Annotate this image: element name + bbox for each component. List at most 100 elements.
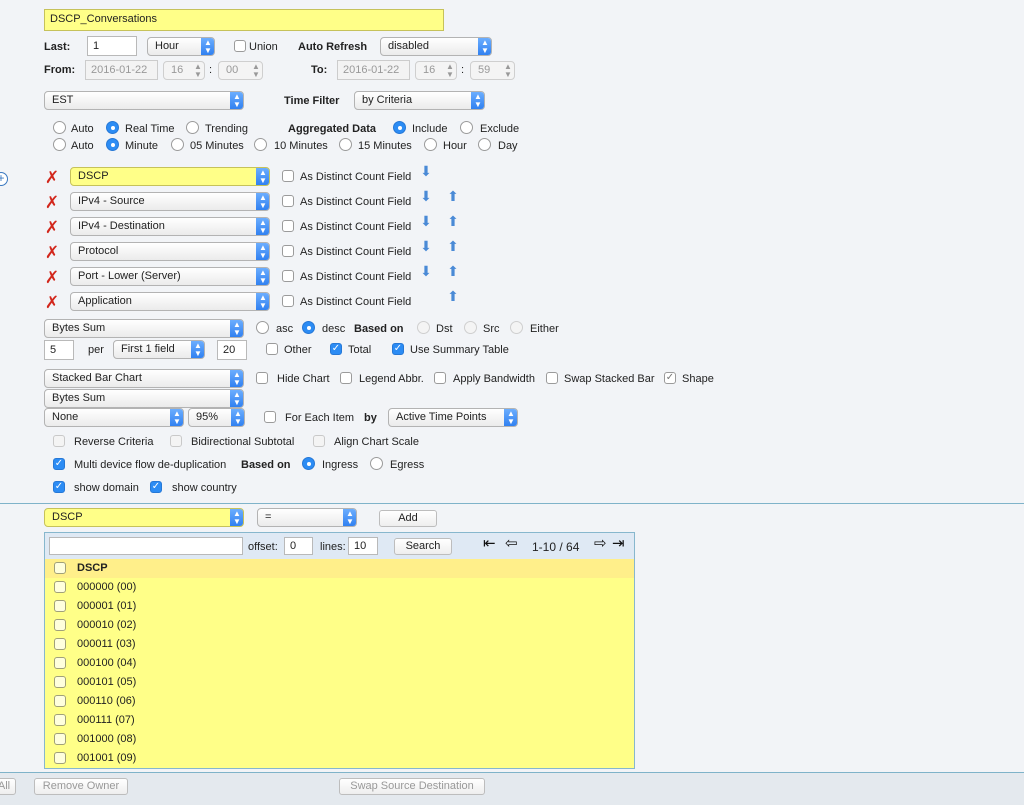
- granularity-hour-radio[interactable]: [424, 138, 437, 151]
- search-button[interactable]: Search: [394, 538, 452, 555]
- red-x-icon[interactable]: ✗: [44, 269, 60, 286]
- chart-type-select[interactable]: Stacked Bar Chart ▲ ▼: [44, 369, 244, 388]
- distinct-count-checkbox-3[interactable]: [282, 220, 294, 232]
- filter-operator-select[interactable]: = ▲ ▼: [257, 508, 357, 527]
- arrow-up-icon[interactable]: ⬆: [445, 288, 461, 304]
- next-page-icon[interactable]: ⇨: [594, 536, 607, 552]
- plus-circle-icon[interactable]: +: [0, 172, 8, 186]
- aggregated-exclude-radio[interactable]: [460, 121, 473, 134]
- distinct-count-checkbox-1[interactable]: [282, 170, 294, 182]
- granularity-auto-radio[interactable]: [53, 138, 66, 151]
- arrow-down-icon[interactable]: ⬇: [418, 163, 434, 179]
- distinct-count-checkbox-6[interactable]: [282, 295, 294, 307]
- list-item[interactable]: 000011 (03): [45, 635, 634, 654]
- granularity-day-radio[interactable]: [478, 138, 491, 151]
- field-select-4[interactable]: Protocol ▲ ▼: [70, 242, 270, 261]
- row-checkbox[interactable]: [54, 657, 66, 669]
- hide-chart-checkbox[interactable]: [256, 372, 268, 384]
- timezone-select[interactable]: EST ▲ ▼: [44, 91, 244, 110]
- last-unit-select[interactable]: Hour ▲ ▼: [147, 37, 215, 56]
- apply-bandwidth-checkbox[interactable]: [434, 372, 446, 384]
- from-hour-select[interactable]: 16 ▲ ▼: [163, 61, 205, 80]
- red-x-icon[interactable]: ✗: [44, 219, 60, 236]
- row-checkbox[interactable]: [54, 676, 66, 688]
- for-each-item-checkbox[interactable]: [264, 411, 276, 423]
- total-checkbox[interactable]: ✓: [330, 343, 342, 355]
- bidirectional-subtotal-checkbox[interactable]: [170, 435, 182, 447]
- row-checkbox[interactable]: [54, 581, 66, 593]
- auto-refresh-select[interactable]: disabled ▲ ▼: [380, 37, 492, 56]
- sort-metric-select[interactable]: Bytes Sum ▲ ▼: [44, 319, 244, 338]
- mode-trending-radio[interactable]: [186, 121, 199, 134]
- swap-stacked-checkbox[interactable]: [546, 372, 558, 384]
- select-all-button[interactable]: All: [0, 778, 16, 795]
- based-dst-radio[interactable]: [417, 321, 430, 334]
- red-x-icon[interactable]: ✗: [44, 169, 60, 186]
- arrow-down-icon[interactable]: ⬇: [418, 213, 434, 229]
- distinct-count-checkbox-4[interactable]: [282, 245, 294, 257]
- arrow-up-icon[interactable]: ⬆: [445, 238, 461, 254]
- percentile-select[interactable]: 95% ▲ ▼: [188, 408, 245, 427]
- list-item[interactable]: 000100 (04): [45, 654, 634, 673]
- arrow-down-icon[interactable]: ⬇: [418, 263, 434, 279]
- summary-table-checkbox[interactable]: ✓: [392, 343, 404, 355]
- secondary-n-input[interactable]: 20: [217, 340, 247, 360]
- mode-realtime-radio[interactable]: [106, 121, 119, 134]
- arrow-down-icon[interactable]: ⬇: [418, 188, 434, 204]
- sort-desc-radio[interactable]: [302, 321, 315, 334]
- add-filter-button[interactable]: Add: [379, 510, 437, 527]
- row-checkbox[interactable]: [54, 619, 66, 631]
- distinct-count-checkbox-5[interactable]: [282, 270, 294, 282]
- granularity-10min-radio[interactable]: [254, 138, 267, 151]
- from-minute-select[interactable]: 00 ▲ ▼: [218, 61, 263, 80]
- list-item[interactable]: 000110 (06): [45, 692, 634, 711]
- aggregated-include-radio[interactable]: [393, 121, 406, 134]
- per-field-select[interactable]: First 1 field ▲ ▼: [113, 340, 205, 359]
- sort-asc-radio[interactable]: [256, 321, 269, 334]
- filter-field-select[interactable]: DSCP ▲ ▼: [44, 508, 244, 527]
- arrow-up-icon[interactable]: ⬆: [445, 263, 461, 279]
- based-src-radio[interactable]: [464, 321, 477, 334]
- time-filter-select[interactable]: by Criteria ▲ ▼: [354, 91, 485, 110]
- red-x-icon[interactable]: ✗: [44, 294, 60, 311]
- swap-source-destination-button[interactable]: Swap Source Destination: [339, 778, 485, 795]
- list-item[interactable]: 000010 (02): [45, 616, 634, 635]
- by-select[interactable]: Active Time Points ▲ ▼: [388, 408, 518, 427]
- row-checkbox[interactable]: [54, 600, 66, 612]
- red-x-icon[interactable]: ✗: [44, 194, 60, 211]
- arrow-down-icon[interactable]: ⬇: [418, 238, 434, 254]
- last-value-input[interactable]: 1: [87, 36, 137, 56]
- lines-input[interactable]: 10: [348, 537, 378, 555]
- row-checkbox[interactable]: [54, 733, 66, 745]
- list-item[interactable]: 001001 (09): [45, 749, 634, 768]
- row-checkbox[interactable]: [54, 695, 66, 707]
- field-select-3[interactable]: IPv4 - Destination ▲ ▼: [70, 217, 270, 236]
- prev-page-icon[interactable]: ⇦: [505, 536, 518, 552]
- to-minute-select[interactable]: 59 ▲ ▼: [470, 61, 515, 80]
- offset-input[interactable]: 0: [284, 537, 313, 555]
- shape-checkbox[interactable]: ✓: [664, 372, 676, 384]
- row-checkbox[interactable]: [54, 714, 66, 726]
- to-hour-select[interactable]: 16 ▲ ▼: [415, 61, 457, 80]
- union-checkbox[interactable]: [234, 40, 246, 52]
- top-n-input[interactable]: 5: [44, 340, 74, 360]
- list-item[interactable]: 000001 (01): [45, 597, 634, 616]
- remove-owner-button[interactable]: Remove Owner: [34, 778, 128, 795]
- red-x-icon[interactable]: ✗: [44, 244, 60, 261]
- based-either-radio[interactable]: [510, 321, 523, 334]
- row-checkbox[interactable]: [54, 638, 66, 650]
- mode-auto-radio[interactable]: [53, 121, 66, 134]
- distinct-count-checkbox-2[interactable]: [282, 195, 294, 207]
- row-checkbox[interactable]: [54, 752, 66, 764]
- filter-search-input[interactable]: [49, 537, 243, 555]
- arrow-up-icon[interactable]: ⬆: [445, 213, 461, 229]
- granularity-minute-radio[interactable]: [106, 138, 119, 151]
- field-select-2[interactable]: IPv4 - Source ▲ ▼: [70, 192, 270, 211]
- legend-abbr-checkbox[interactable]: [340, 372, 352, 384]
- show-domain-checkbox[interactable]: ✓: [53, 481, 65, 493]
- ingress-radio[interactable]: [302, 457, 315, 470]
- multi-device-checkbox[interactable]: ✓: [53, 458, 65, 470]
- first-page-icon[interactable]: ⇤: [483, 536, 496, 552]
- list-item[interactable]: 001000 (08): [45, 730, 634, 749]
- other-checkbox[interactable]: [266, 343, 278, 355]
